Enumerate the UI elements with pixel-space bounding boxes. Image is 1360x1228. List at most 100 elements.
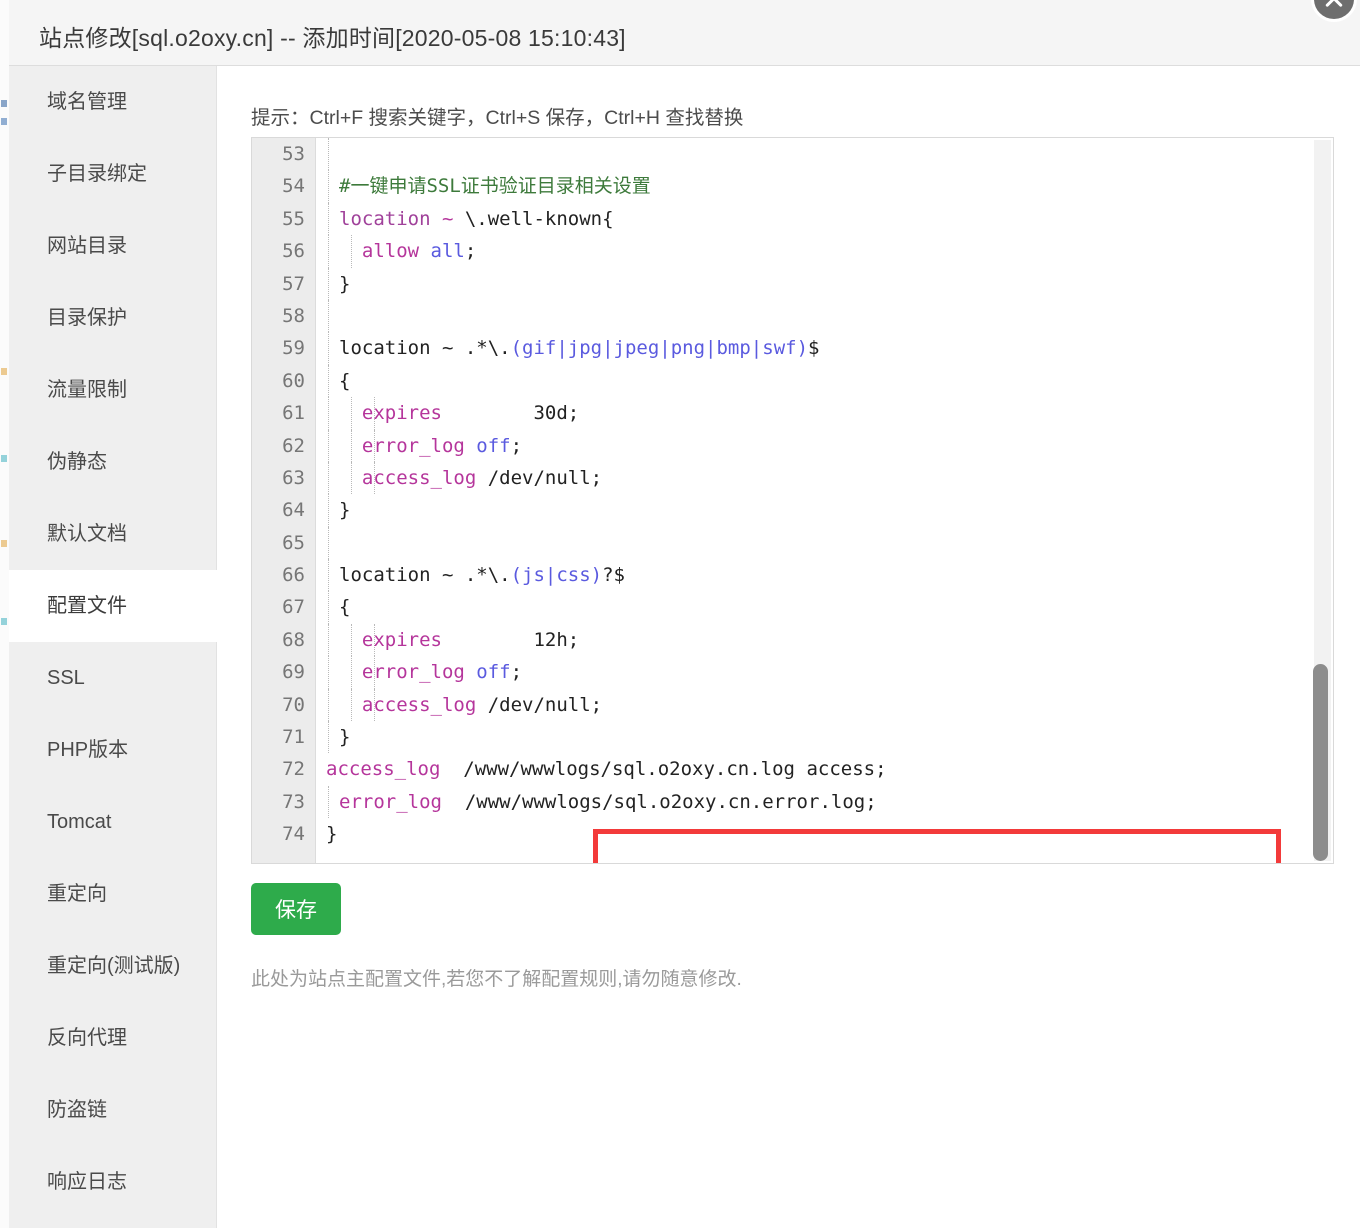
line-number: 64 [282, 499, 305, 522]
sidebar-item-0[interactable]: 域名管理 [9, 66, 216, 138]
code-row[interactable]: location ~ .*\.(js|css)?$ [316, 559, 1333, 592]
line-number: 58 [282, 304, 305, 327]
sidebar-item-9[interactable]: PHP版本 [9, 714, 216, 786]
gutter-row: 63 [252, 462, 315, 494]
line-number: 61 [282, 402, 305, 425]
sidebar-item-11[interactable]: 重定向 [9, 858, 216, 930]
sidebar-item-12[interactable]: 重定向(测试版) [9, 930, 216, 1002]
code-row[interactable]: expires 12h; [316, 623, 1333, 657]
code-row[interactable]: expires 30d; [316, 397, 1333, 430]
config-code-editor[interactable]: 53 54 55 56 57 58 59 60 61 62 63 64 65 66 67 68 69 70 71 72… [251, 137, 1334, 864]
background-fleck [1, 100, 7, 107]
line-number: 62 [282, 434, 305, 457]
sidebar-item-8[interactable]: SSL [9, 642, 216, 714]
sidebar-item-7[interactable]: 配置文件 [9, 570, 218, 642]
code-text-area[interactable]: #一键申请SSL证书验证目录相关设置 location ~ \.well-know… [316, 138, 1333, 863]
gutter-row: 62 [252, 430, 315, 462]
editor-scrollbar-thumb[interactable] [1313, 664, 1328, 861]
code-row[interactable]: { [316, 591, 1333, 624]
code-token: expires [361, 628, 442, 651]
gutter-row: 67 [252, 591, 315, 623]
background-fleck [1, 368, 7, 375]
code-token: error_log [339, 790, 442, 813]
code-row[interactable]: } [316, 721, 1333, 754]
code-token: \.well-known{ [464, 207, 614, 230]
sidebar-item-10[interactable]: Tomcat [9, 786, 216, 858]
code-row[interactable]: location ~ \.well-known{ [316, 202, 1333, 236]
code-token: 12h; [441, 628, 580, 651]
sidebar-item-6[interactable]: 默认文档 [9, 498, 216, 570]
code-row[interactable]: error_log off; [316, 656, 1333, 689]
code-row[interactable]: access_log /www/wwwlogs/sql.o2oxy.cn.log… [316, 753, 1333, 785]
indent-guide [328, 429, 329, 462]
code-row[interactable]: error_log off; [316, 429, 1333, 462]
code-token: access_log [361, 466, 477, 489]
code-token: ~ [430, 207, 465, 230]
line-number: 53 [282, 143, 305, 165]
sidebar-item-15[interactable]: 响应日志 [9, 1146, 216, 1218]
gutter-row: 68 [252, 624, 315, 656]
sidebar-item-label: Tomcat [47, 811, 112, 833]
gutter-row: 73 [252, 786, 315, 818]
code-row[interactable]: access_log /dev/null; [316, 688, 1333, 722]
indent-guide [328, 623, 329, 657]
line-number: 55 [282, 207, 305, 230]
footnote-warning-text: 此处为站点主配置文件,若您不了解配置规则,请勿随意修改. [251, 969, 742, 990]
code-row[interactable]: } [316, 818, 1333, 850]
indent-guide [328, 267, 329, 300]
code-token: error_log [361, 434, 465, 457]
sidebar-item-13[interactable]: 反向代理 [9, 1002, 216, 1074]
content-panel: 提示：Ctrl+F 搜索关键字，Ctrl+S 保存，Ctrl+H 查找替换 53… [218, 66, 1360, 1228]
code-token: ; [464, 240, 477, 263]
code-line-text: expires 12h; [339, 624, 579, 656]
sidebar-item-4[interactable]: 流量限制 [9, 354, 216, 426]
sidebar-item-label: 子目录绑定 [47, 163, 147, 185]
code-row[interactable]: #一键申请SSL证书验证目录相关设置 [316, 170, 1333, 203]
sidebar-item-label: 反向代理 [47, 1027, 127, 1049]
gutter-row: 74 [252, 818, 315, 850]
code-row[interactable]: } [316, 267, 1333, 300]
code-row[interactable]: location ~ .*\.(gif|jpg|jpeg|png|bmp|swf… [316, 332, 1333, 365]
sidebar-item-5[interactable]: 伪静态 [9, 426, 216, 498]
save-button[interactable]: 保存 [251, 883, 341, 935]
gutter-row: 59 [252, 332, 315, 364]
code-token: #一键申请SSL证书验证目录相关设置 [339, 175, 651, 198]
code-row[interactable]: allow all; [316, 235, 1333, 268]
background-fleck [1, 618, 7, 625]
sidebar-item-label: 默认文档 [47, 523, 127, 545]
code-line-text: } [326, 818, 337, 850]
sidebar-item-2[interactable]: 网站目录 [9, 210, 216, 282]
gutter-row: 69 [252, 656, 315, 688]
code-row[interactable] [316, 299, 1333, 333]
code-row[interactable]: { [316, 364, 1333, 398]
code-row[interactable]: error_log /www/wwwlogs/sql.o2oxy.cn.erro… [316, 785, 1333, 819]
code-token: ; [510, 434, 523, 457]
code-line-text: expires 30d; [339, 397, 579, 429]
sidebar-item-1[interactable]: 子目录绑定 [9, 138, 216, 210]
background-fleck [1, 540, 7, 547]
sidebar-item-14[interactable]: 防盗链 [9, 1074, 216, 1146]
indent-guide [328, 364, 329, 398]
line-number: 66 [282, 564, 305, 587]
code-row[interactable] [316, 526, 1333, 560]
code-row[interactable] [316, 138, 1333, 171]
gutter-row: 72 [252, 753, 315, 785]
code-line-text: #一键申请SSL证书验证目录相关设置 [339, 170, 651, 202]
code-line-text: location ~ \.well-known{ [339, 203, 614, 235]
code-token: 30d; [441, 402, 580, 425]
indent-guide [328, 170, 329, 203]
sidebar-item-3[interactable]: 目录保护 [9, 282, 216, 354]
code-row[interactable]: access_log /dev/null; [316, 461, 1333, 495]
code-line-text: access_log /dev/null; [339, 689, 602, 721]
indent-guide [328, 138, 329, 171]
indent-guide [328, 526, 329, 560]
code-line-text: } [339, 268, 350, 300]
editor-scrollbar-track[interactable] [1313, 140, 1331, 861]
sidebar-item-label: 网站目录 [47, 235, 127, 257]
code-row[interactable]: } [316, 494, 1333, 527]
keyboard-hint-text: 提示：Ctrl+F 搜索关键字，Ctrl+S 保存，Ctrl+H 查找替换 [251, 107, 744, 129]
